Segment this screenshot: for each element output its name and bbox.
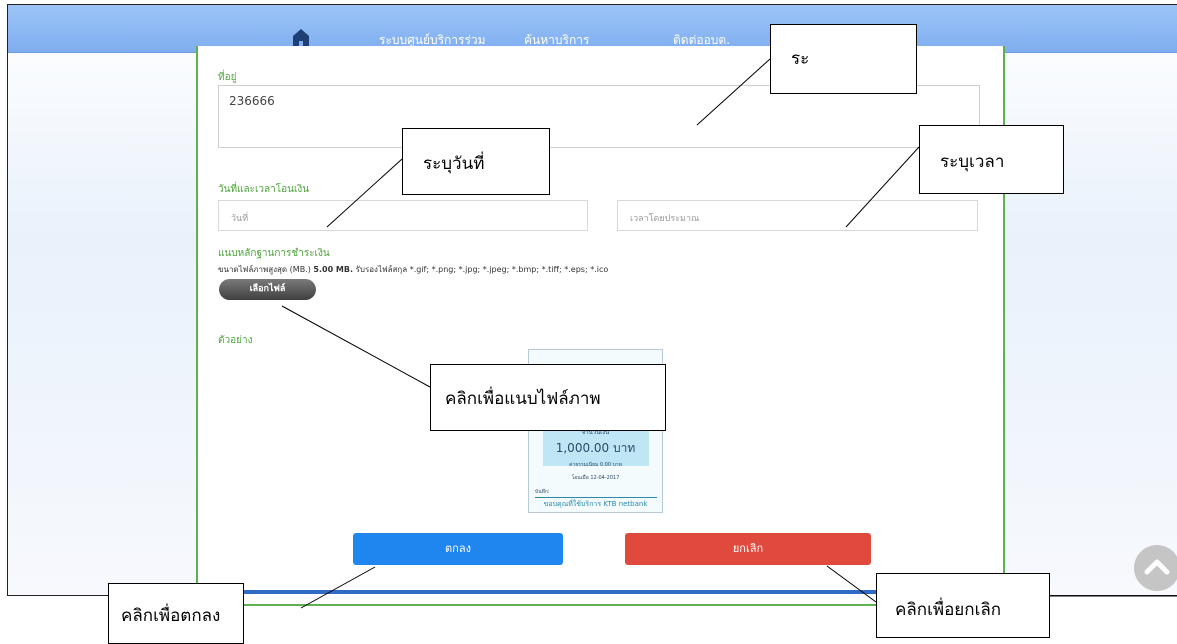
callout-line-cancel [826,565,877,603]
callout-date: ระบุวันที่ [402,128,550,195]
callout-cancel: คลิกเพื่อยกเลิก [876,573,1050,638]
callout-time: ระบุเวลา [919,125,1064,194]
callout-address: ระ [770,24,917,94]
callout-ok: คลิกเพื่อตกลง [108,583,244,644]
callout-line-address [696,58,771,126]
callout-line-time [845,146,920,228]
callout-attach: คลิกเพื่อแนบไฟล์ภาพ [430,364,666,431]
callout-line-attach [281,305,431,388]
callout-line-date [326,158,403,228]
callout-line-ok [300,566,376,609]
annotation-lines [281,58,1177,609]
